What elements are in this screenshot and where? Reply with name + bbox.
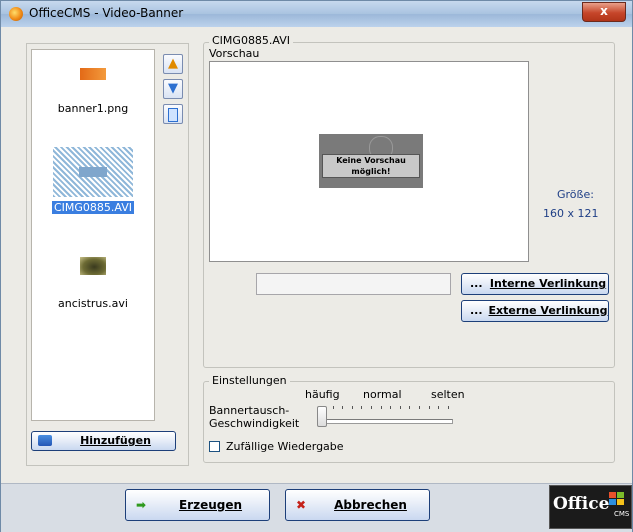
image-thumbnail xyxy=(80,68,106,80)
speed-label-line2: Geschwindigkeit xyxy=(209,417,300,430)
list-item[interactable]: ancistrus.avi xyxy=(32,257,154,310)
list-item-label: ancistrus.avi xyxy=(58,297,128,310)
speed-slider-track[interactable] xyxy=(321,419,453,424)
dots-label: ... xyxy=(470,304,483,317)
slider-tick xyxy=(332,406,334,409)
arrow-up-icon: ▲ xyxy=(168,56,178,71)
folder-icon xyxy=(38,435,52,446)
slider-tick xyxy=(428,406,430,409)
list-item-label: banner1.png xyxy=(57,102,129,115)
slider-tick xyxy=(409,406,411,409)
no-preview-text: Keine Vorschau möglich! xyxy=(322,154,420,178)
add-button[interactable]: Hinzufügen xyxy=(31,431,176,451)
internal-link-button[interactable]: ... Interne Verlinkung xyxy=(461,273,609,295)
file-details-title: CIMG0885.AVI xyxy=(209,34,294,47)
close-icon: ✖ xyxy=(296,498,307,512)
scale-low-label: häufig xyxy=(305,388,340,401)
list-item[interactable]: banner1.png xyxy=(32,68,154,115)
preview-label: Vorschau xyxy=(209,47,260,60)
speed-label-line1: Bannertausch- xyxy=(209,404,290,417)
logo-text: Office xyxy=(553,494,610,514)
settings-title: Einstellungen xyxy=(209,374,290,387)
add-button-label: Hinzufügen xyxy=(80,434,151,447)
window-title: OfficeCMS - Video-Banner xyxy=(29,6,184,20)
size-label: Größe: xyxy=(557,188,594,201)
arrow-right-icon: ➡ xyxy=(136,498,147,512)
title-bar[interactable]: OfficeCMS - Video-Banner x xyxy=(1,1,632,27)
create-button-label: Erzeugen xyxy=(178,498,243,512)
slider-tick xyxy=(447,406,449,409)
no-preview-image: Keine Vorschau möglich! xyxy=(319,134,423,188)
logo-sub-text: CMS xyxy=(614,510,630,518)
link-field[interactable] xyxy=(256,273,451,295)
speed-label: Bannertausch- Geschwindigkeit xyxy=(209,404,299,430)
slider-tick xyxy=(419,406,420,409)
scale-mid-label: normal xyxy=(363,388,402,401)
rename-icon xyxy=(164,105,182,128)
create-button[interactable]: ➡ Erzeugen xyxy=(125,489,270,521)
preview-area: Keine Vorschau möglich! xyxy=(209,61,529,262)
cancel-button-label: Abbrechen xyxy=(334,498,407,512)
video-thumbnail xyxy=(53,147,133,197)
slider-tick xyxy=(371,406,372,409)
internal-link-label: Interne Verlinkung xyxy=(489,277,607,290)
list-item[interactable]: CIMG0885.AVI xyxy=(32,147,154,214)
banner-file-list[interactable]: banner1.png CIMG0885.AVI ancistrus.avi xyxy=(31,49,155,421)
random-playback-checkbox[interactable] xyxy=(209,441,220,452)
video-thumbnail xyxy=(80,257,106,275)
slider-tick xyxy=(351,406,353,409)
slider-tick xyxy=(342,406,344,409)
close-button[interactable]: x xyxy=(582,2,626,22)
slider-tick xyxy=(399,406,401,409)
slider-tick xyxy=(390,406,392,409)
random-playback-label[interactable]: Zufällige Wiedergabe xyxy=(226,440,344,453)
slider-tick xyxy=(438,406,440,409)
rename-button[interactable] xyxy=(163,104,183,124)
app-icon xyxy=(9,7,23,21)
cancel-button[interactable]: ✖ Abbrechen xyxy=(285,489,430,521)
video-banner-dialog: OfficeCMS - Video-Banner x banner1.png C… xyxy=(0,0,633,532)
dots-label: ... xyxy=(470,277,483,290)
officecms-logo: Office CMS xyxy=(549,485,632,529)
external-link-label: Externe Verlinkung xyxy=(488,304,608,317)
windows-flag-icon xyxy=(609,492,625,506)
slider-tick xyxy=(380,406,382,409)
size-value: 160 x 121 xyxy=(543,207,599,220)
move-up-button[interactable]: ▲ xyxy=(163,54,183,74)
slider-tick xyxy=(361,406,363,409)
external-link-button[interactable]: ... Externe Verlinkung xyxy=(461,300,609,322)
list-item-label: CIMG0885.AVI xyxy=(51,201,135,214)
scale-high-label: selten xyxy=(431,388,465,401)
move-down-button[interactable]: ▼ xyxy=(163,79,183,99)
arrow-down-icon: ▼ xyxy=(168,81,178,96)
speed-slider-thumb[interactable] xyxy=(317,406,327,427)
